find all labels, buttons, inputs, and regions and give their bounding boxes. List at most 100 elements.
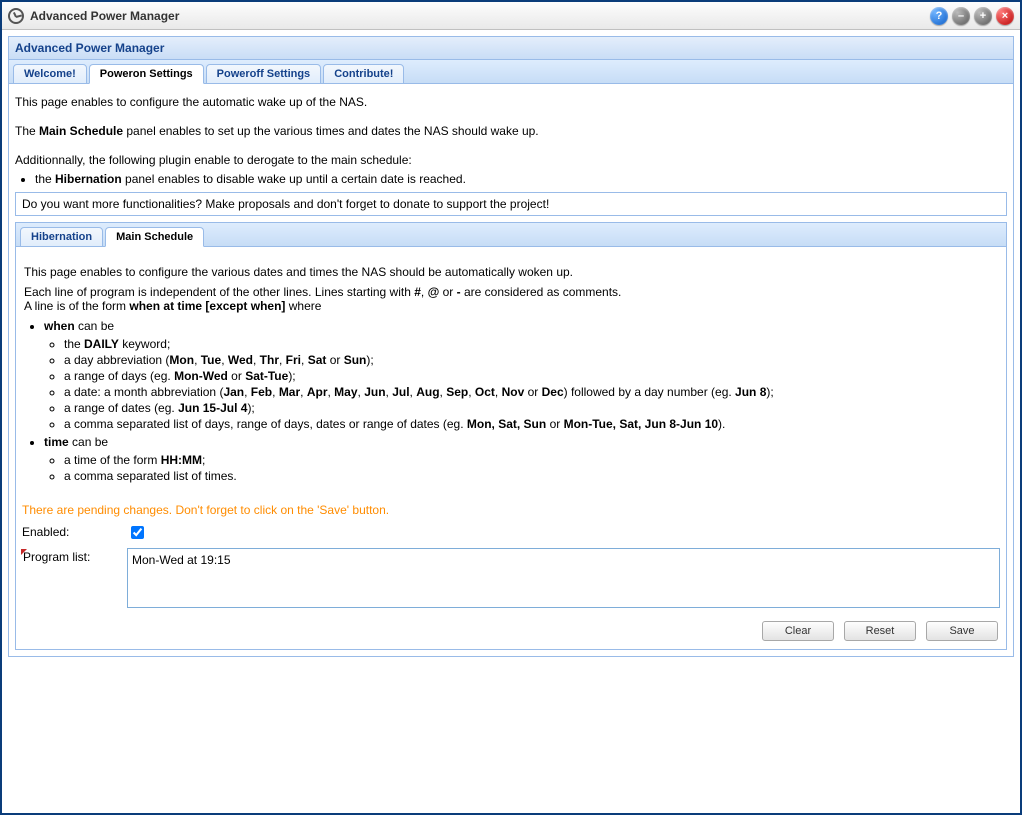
tf-a: a time of the form (64, 453, 161, 467)
main-tab-strip: Welcome! Poweron Settings Poweroff Setti… (9, 60, 1013, 84)
title-bar: Advanced Power Manager ? – + × (2, 2, 1020, 30)
rangedates-item: a range of dates (eg. Jun 15-Jul 4); (64, 401, 998, 415)
rdt-b: Jun 15-Jul 4 (178, 401, 247, 415)
panel-title: Advanced Power Manager (9, 37, 1013, 60)
csv-d: Mon-Tue, Sat, Jun 8-Jun 10 (564, 417, 718, 431)
dt-c: ) followed by a day number (eg. (564, 385, 735, 399)
when-item: when can be the DAILY keyword; a day abb… (44, 319, 998, 431)
tab-contribute[interactable]: Contribute! (323, 64, 404, 84)
programlist-textarea[interactable] (127, 548, 1000, 608)
rd-b: Mon-Wed (174, 369, 228, 383)
intro-line1: This page enables to configure the autom… (15, 94, 1007, 111)
help-button[interactable]: ? (930, 7, 948, 25)
p2d: @ (428, 285, 440, 299)
csv-b: Mon, Sat, Sun (467, 417, 546, 431)
p2g: are considered as comments. (461, 285, 622, 299)
dirty-flag-icon (21, 549, 27, 555)
time-label: time (44, 435, 69, 449)
tf-b: HH:MM (161, 453, 202, 467)
csv-item: a comma separated list of days, range of… (64, 417, 998, 431)
daily-a: the (64, 337, 84, 351)
daily-b: DAILY (84, 337, 119, 351)
time-canbe: can be (69, 435, 108, 449)
intro-line2: The Main Schedule panel enables to set u… (15, 123, 1007, 140)
timeform-item: a time of the form HH:MM; (64, 453, 998, 467)
sched-p2: Each line of program is independent of t… (24, 285, 998, 299)
main-panel: Advanced Power Manager Welcome! Poweron … (8, 36, 1014, 657)
dt-e: ); (766, 385, 773, 399)
clear-button[interactable]: Clear (762, 621, 834, 641)
rdt-c: ); (247, 401, 254, 415)
minimize-button[interactable]: – (952, 7, 970, 25)
programlist-field (127, 548, 1000, 611)
dayabbr-item: a day abbreviation (Mon, Tue, Wed, Thr, … (64, 353, 998, 367)
intro-line2b: Main Schedule (39, 124, 123, 138)
save-button[interactable]: Save (926, 621, 998, 641)
clock-icon (8, 8, 24, 24)
time-sublist: a time of the form HH:MM; a comma separa… (64, 453, 998, 483)
poweron-body: This page enables to configure the autom… (9, 84, 1013, 656)
dt-a: a date: a month abbreviation ( (64, 385, 223, 399)
p3c: where (285, 299, 321, 313)
when-canbe: can be (75, 319, 114, 333)
intro-hib-a: the (35, 172, 55, 186)
maximize-button[interactable]: + (974, 7, 992, 25)
p3a: A line is of the form (24, 299, 129, 313)
daily-item: the DAILY keyword; (64, 337, 998, 351)
rdt-a: a range of dates (eg. (64, 401, 178, 415)
sub-tab-strip: Hibernation Main Schedule (16, 223, 1006, 247)
close-button[interactable]: × (996, 7, 1014, 25)
syntax-list: when can be the DAILY keyword; a day abb… (44, 319, 998, 483)
programlist-label: Program list: (23, 550, 90, 564)
donate-banner: Do you want more functionalities? Make p… (15, 192, 1007, 216)
when-label: when (44, 319, 75, 333)
p2c: , (421, 285, 428, 299)
dt-d: Jun 8 (735, 385, 766, 399)
csv-c: or (546, 417, 563, 431)
programlist-row: Program list: (22, 548, 1000, 611)
p2a: Each line of program is independent of t… (24, 285, 414, 299)
tab-main-schedule[interactable]: Main Schedule (105, 227, 204, 247)
tab-poweron-settings[interactable]: Poweron Settings (89, 64, 204, 84)
p2e: or (439, 285, 456, 299)
intro-line3: Additionnally, the following plugin enab… (15, 152, 1007, 169)
schedule-body: This page enables to configure the vario… (16, 247, 1006, 649)
sched-p3: A line is of the form when at time [exce… (24, 299, 998, 313)
reset-button[interactable]: Reset (844, 621, 916, 641)
months-list: Jan, Feb, Mar, Apr, May, Jun, Jul, Aug, … (223, 385, 563, 399)
app-window: Advanced Power Manager ? – + × Advanced … (0, 0, 1022, 815)
tab-poweroff-settings[interactable]: Poweroff Settings (206, 64, 322, 84)
intro-line2c: panel enables to set up the various time… (123, 124, 539, 138)
date-item: a date: a month abbreviation (Jan, Feb, … (64, 385, 998, 399)
enabled-label: Enabled: (22, 523, 127, 539)
window-title: Advanced Power Manager (30, 9, 930, 23)
enabled-field (127, 523, 1000, 542)
rd-a: a range of days (eg. (64, 369, 174, 383)
rd-e: ); (288, 369, 295, 383)
intro-hib-c: panel enables to disable wake up until a… (122, 172, 466, 186)
content-area: Advanced Power Manager Welcome! Poweron … (2, 30, 1020, 813)
rd-c: or (228, 369, 245, 383)
time-item: time can be a time of the form HH:MM; a … (44, 435, 998, 483)
when-sublist: the DAILY keyword; a day abbreviation (M… (64, 337, 998, 431)
dayabbr-a: a day abbreviation ( (64, 353, 169, 367)
intro-hib-b: Hibernation (55, 172, 122, 186)
days-list: Mon, Tue, Wed, Thr, Fri, Sat or Sun (169, 353, 366, 367)
sched-p1: This page enables to configure the vario… (24, 265, 998, 279)
tf-c: ; (202, 453, 205, 467)
intro-line2a: The (15, 124, 39, 138)
dayabbr-c: ); (366, 353, 373, 367)
pending-changes-warning: There are pending changes. Don't forget … (22, 503, 1000, 517)
rd-d: Sat-Tue (245, 369, 288, 383)
enabled-row: Enabled: (22, 523, 1000, 542)
button-row: Clear Reset Save (22, 611, 1000, 643)
csv-e: ). (718, 417, 725, 431)
enabled-checkbox[interactable] (131, 526, 144, 539)
programlist-label-wrap: Program list: (22, 548, 127, 564)
tab-hibernation[interactable]: Hibernation (20, 227, 103, 247)
intro-plugin-list: the Hibernation panel enables to disable… (35, 172, 1007, 186)
tab-welcome[interactable]: Welcome! (13, 64, 87, 84)
p3b: when at time [except when] (129, 299, 285, 313)
p2b: # (414, 285, 421, 299)
daily-c: keyword; (119, 337, 170, 351)
